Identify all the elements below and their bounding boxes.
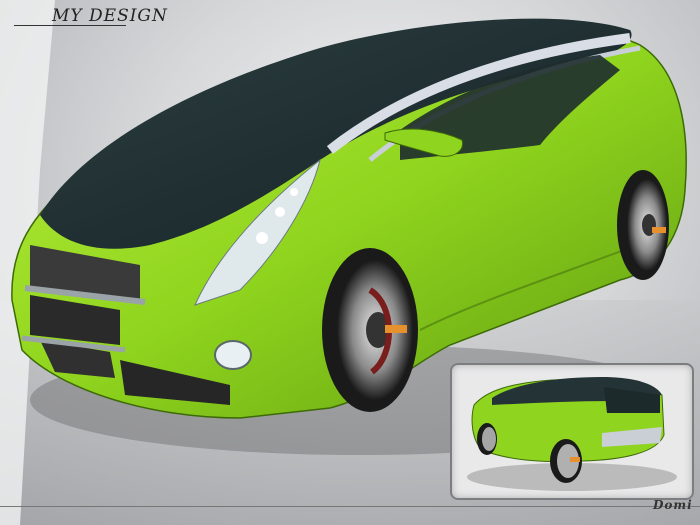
title-block: MY DESIGN [0,4,167,28]
footer-line [0,506,700,507]
page-title: MY DESIGN [52,6,168,26]
car-render-image: MY DESIGN Domi [0,0,700,525]
artist-signature: Domi [653,498,693,512]
title-underline [14,25,126,26]
inset-rear-view [450,363,694,500]
inset-car-illustration [467,377,677,491]
front-wheel [322,248,418,412]
rear-wheel [617,170,669,280]
